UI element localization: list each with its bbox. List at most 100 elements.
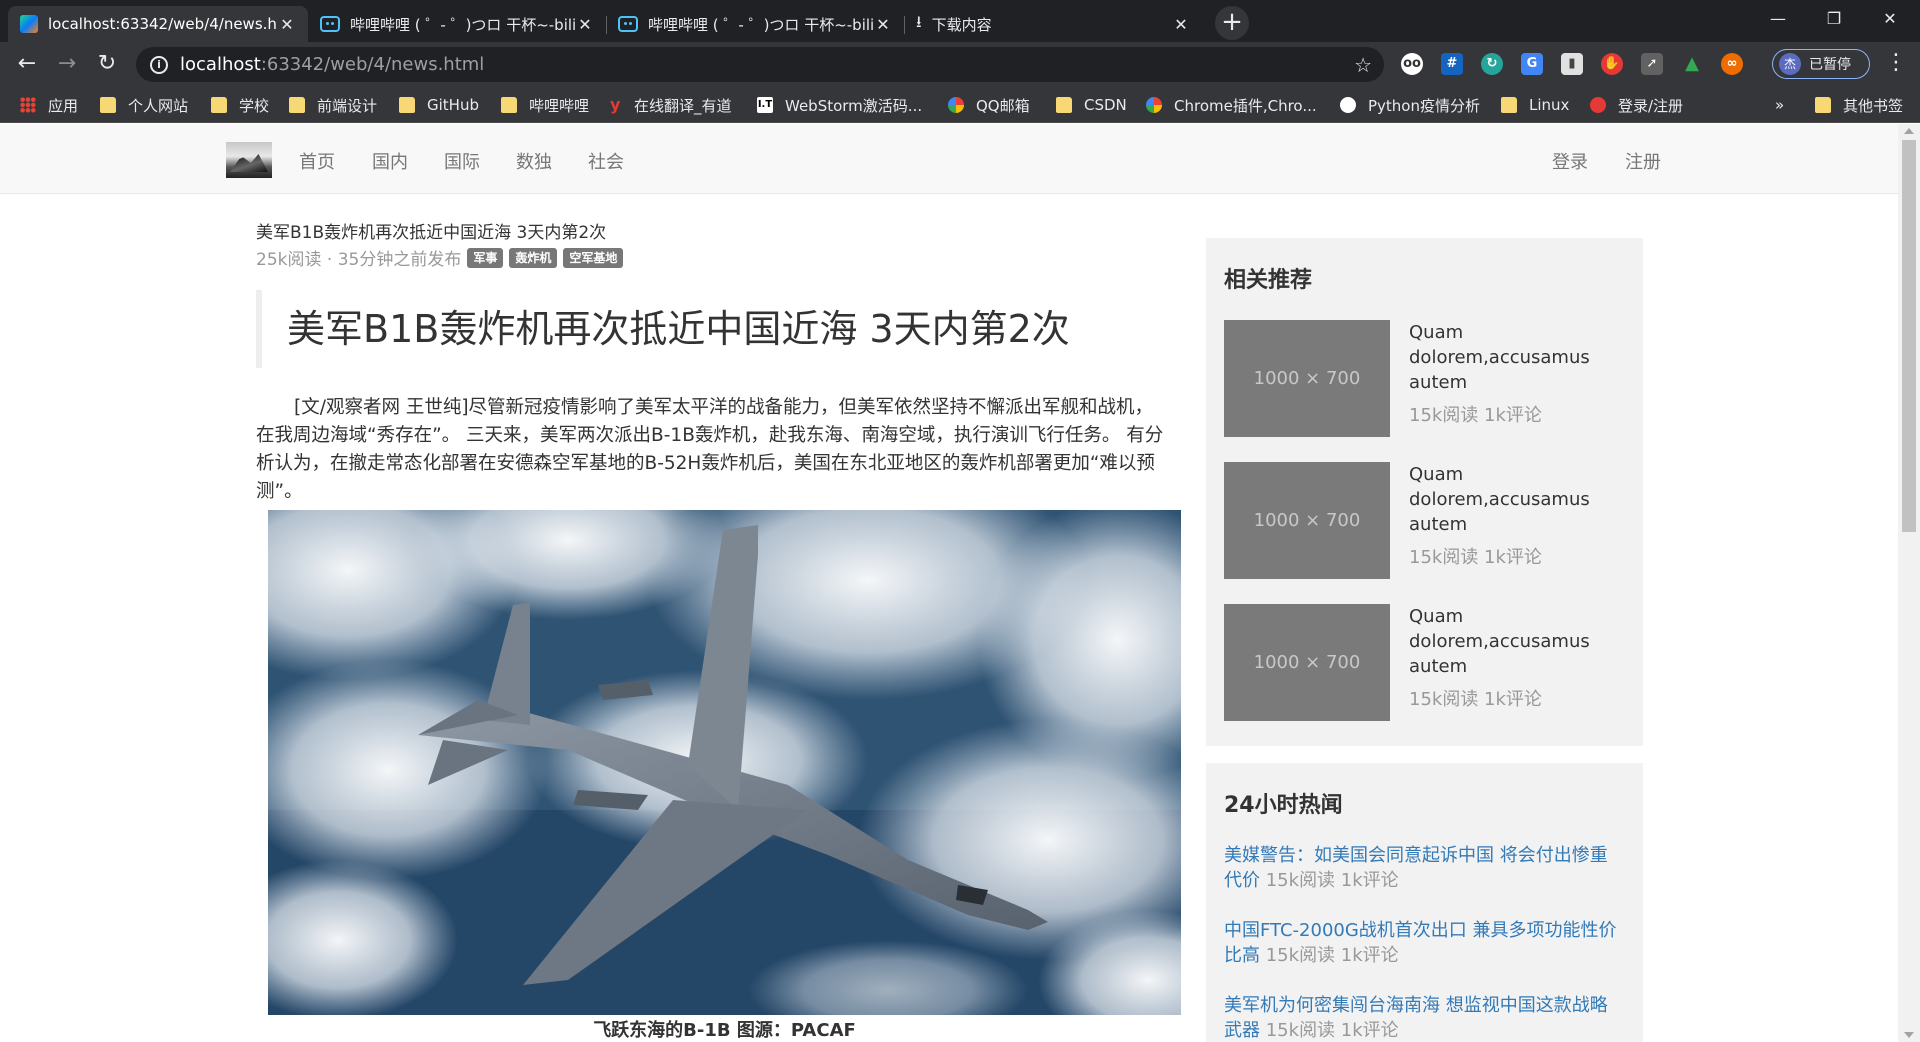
- page-scrollbar[interactable]: [1898, 124, 1920, 1042]
- restore-button[interactable]: ❐: [1806, 0, 1862, 40]
- recommend-item[interactable]: 1000 × 700 Quam dolorem,accusamus autem …: [1224, 462, 1624, 579]
- tab-news[interactable]: localhost:63342/web/4/news.h ✕: [8, 6, 308, 42]
- close-icon[interactable]: ✕: [1172, 15, 1190, 34]
- folder-icon: [501, 97, 517, 113]
- bookmark-chrome-ext[interactable]: Chrome插件,Chro...: [1146, 95, 1317, 115]
- thumbnail-placeholder: 1000 × 700: [1224, 462, 1390, 579]
- close-icon[interactable]: ✕: [874, 15, 892, 34]
- bookmark-label: GitHub: [427, 96, 479, 114]
- chrome-icon: [948, 97, 964, 113]
- bookmark-label: QQ邮箱: [976, 96, 1030, 115]
- reload-button[interactable]: ↻: [92, 49, 122, 79]
- close-window-button[interactable]: ✕: [1862, 0, 1918, 40]
- bookmark-linux[interactable]: Linux: [1501, 95, 1569, 115]
- bookmark-qqmail[interactable]: QQ邮箱: [948, 95, 1030, 115]
- article: 美军B1B轰炸机再次抵近中国近海 3天内第2次 25k阅读 · 35分钟之前发布…: [256, 218, 1184, 506]
- minimize-button[interactable]: —: [1750, 0, 1806, 40]
- hot-news-item[interactable]: 美军机为何密集闯台海南海 想监视中国这款战略武器 15k阅读 1k评论: [1224, 993, 1624, 1042]
- recommend-item-title: Quam dolorem,accusamus autem: [1409, 606, 1590, 677]
- it-icon: I.T: [757, 97, 773, 113]
- login-link[interactable]: 登录: [1552, 148, 1588, 174]
- chrome-icon: [1146, 97, 1162, 113]
- close-icon[interactable]: ✕: [576, 15, 594, 34]
- bookmark-star-icon[interactable]: ☆: [1354, 53, 1372, 77]
- article-subtitle: 美军B1B轰炸机再次抵近中国近海 3天内第2次: [256, 223, 607, 243]
- extension-hash-icon[interactable]: #: [1441, 53, 1463, 75]
- scrollbar-thumb[interactable]: [1902, 140, 1916, 532]
- register-link[interactable]: 注册: [1625, 148, 1661, 174]
- folder-icon: [289, 97, 305, 113]
- extension-cursor-icon[interactable]: ➚: [1641, 53, 1663, 75]
- recommend-item[interactable]: 1000 × 700 Quam dolorem,accusamus autem …: [1224, 320, 1624, 437]
- new-tab-button[interactable]: +: [1215, 6, 1249, 40]
- bookmark-frontend[interactable]: 前端设计: [289, 95, 377, 115]
- bookmark-login[interactable]: 登录/注册: [1590, 95, 1683, 115]
- nav-home[interactable]: 首页: [299, 148, 335, 174]
- address-bar[interactable]: i localhost:63342/web/4/news.html ☆: [136, 47, 1384, 82]
- recommend-item-title: Quam dolorem,accusamus autem: [1409, 464, 1590, 535]
- bookmark-overflow[interactable]: »: [1775, 95, 1784, 115]
- extension-glasses-icon[interactable]: oo: [1401, 53, 1423, 75]
- site-logo[interactable]: [226, 142, 272, 178]
- thumbnail-placeholder: 1000 × 700: [1224, 604, 1390, 721]
- tab-downloads[interactable]: ⭳ 下载内容 ✕: [904, 6, 1202, 42]
- bookmark-webstorm[interactable]: I.T WebStorm激活码...: [757, 95, 922, 115]
- avatar: 杰: [1779, 53, 1801, 75]
- recommend-item-text: Quam dolorem,accusamus autem 15k阅读 1k评论: [1409, 462, 1624, 570]
- bomber-photo-svg: [268, 510, 1181, 1015]
- scroll-up-icon[interactable]: [1904, 128, 1914, 134]
- bookmark-youdao[interactable]: y 在线翻译_有道: [610, 95, 732, 115]
- menu-kebab-icon[interactable]: ⋮: [1885, 50, 1907, 75]
- article-stats: 25k阅读 · 35分钟之前发布: [256, 250, 462, 270]
- tag-label[interactable]: 空军基地: [563, 247, 624, 268]
- bookmark-apps[interactable]: 应用: [20, 95, 78, 115]
- extension-drive-icon[interactable]: ▲: [1681, 53, 1703, 75]
- download-icon: ⭳: [916, 11, 922, 31]
- recommend-item[interactable]: 1000 × 700 Quam dolorem,accusamus autem …: [1224, 604, 1624, 721]
- extension-translate-icon[interactable]: G: [1521, 53, 1543, 75]
- extension-infinity-icon[interactable]: ∞: [1721, 53, 1743, 75]
- forward-button[interactable]: →: [52, 49, 82, 79]
- github-icon: [1340, 97, 1356, 113]
- hot-news-title: 24小时热闻: [1224, 793, 1343, 818]
- profile-button[interactable]: 杰 已暂停: [1772, 49, 1870, 79]
- bookmark-csdn[interactable]: CSDN: [1056, 95, 1127, 115]
- extension-hand-icon[interactable]: ✋: [1601, 53, 1623, 75]
- back-button[interactable]: ←: [12, 49, 42, 79]
- bilibili-icon: [618, 16, 638, 32]
- tag-label[interactable]: 军事: [467, 247, 504, 268]
- extension-reader-icon[interactable]: ▮: [1561, 53, 1583, 75]
- bookmark-label: 哔哩哔哩: [529, 96, 590, 115]
- extension-sync-icon[interactable]: ↻: [1481, 53, 1503, 75]
- nav-sudoku[interactable]: 数独: [516, 148, 552, 174]
- recommend-item-text: Quam dolorem,accusamus autem 15k阅读 1k评论: [1409, 604, 1624, 712]
- close-icon[interactable]: ✕: [278, 15, 296, 34]
- bookmark-label: CSDN: [1084, 96, 1127, 114]
- bookmark-label: 在线翻译_有道: [634, 96, 732, 115]
- hot-news-item[interactable]: 中国FTC-2000G战机首次出口 兼具多项功能性价比高 15k阅读 1k评论: [1224, 918, 1624, 968]
- hot-news-item[interactable]: 美媒警告：如美国会同意起诉中国 将会付出惨重代价 15k阅读 1k评论: [1224, 843, 1624, 893]
- site-info-icon[interactable]: i: [150, 55, 168, 74]
- bookmark-github[interactable]: GitHub: [399, 95, 479, 115]
- bookmark-label: 登录/注册: [1618, 96, 1684, 115]
- page-viewport: 首页 国内 国际 数独 社会 登录 注册 美军B1B轰炸机再次抵近中国近海 3天…: [0, 124, 1898, 1042]
- tab-bilibili-1[interactable]: 哔哩哔哩 ( ゜- ゜)つロ 干杯~-bili ✕: [308, 6, 607, 42]
- nav-society[interactable]: 社会: [588, 148, 624, 174]
- tab-bilibili-2[interactable]: 哔哩哔哩 ( ゜- ゜)つロ 干杯~-bili ✕: [606, 6, 905, 42]
- bookmark-python[interactable]: Python疫情分析: [1340, 95, 1480, 115]
- bookmark-label: Linux: [1529, 96, 1570, 114]
- recommend-item-meta: 15k阅读 1k评论: [1409, 689, 1542, 710]
- bookmark-personal-site[interactable]: 个人网站: [100, 95, 188, 115]
- tag-label[interactable]: 轰炸机: [509, 247, 558, 268]
- bookmark-school[interactable]: 学校: [211, 95, 269, 115]
- bookmark-other[interactable]: 其他书签: [1815, 95, 1903, 115]
- folder-icon: [1501, 97, 1517, 113]
- webstorm-icon: [20, 15, 38, 33]
- chevron-double-icon: »: [1775, 96, 1785, 114]
- tab-strip: localhost:63342/web/4/news.h ✕ 哔哩哔哩 ( ゜-…: [0, 0, 1920, 42]
- bookmark-label: 学校: [239, 96, 270, 115]
- nav-international[interactable]: 国际: [444, 148, 480, 174]
- bookmark-bilibili[interactable]: 哔哩哔哩: [501, 95, 589, 115]
- scroll-down-icon[interactable]: [1904, 1032, 1914, 1038]
- nav-domestic[interactable]: 国内: [372, 148, 408, 174]
